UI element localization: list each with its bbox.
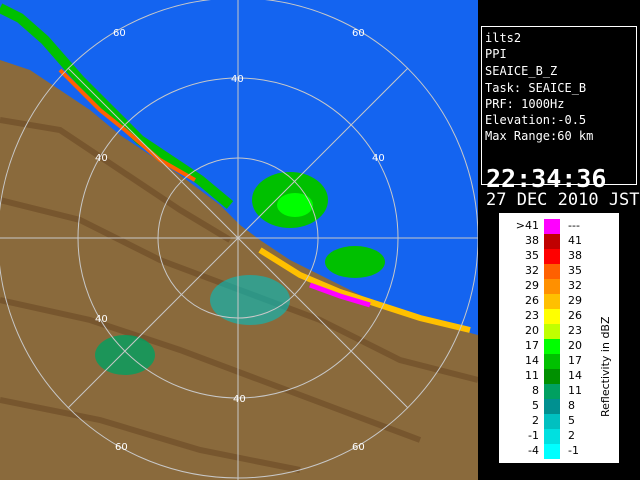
legend-swatch: [544, 324, 560, 339]
legend-lower-value: -1: [528, 429, 539, 442]
legend-lower-value: 14: [525, 354, 539, 367]
legend-upper-value: 32: [568, 279, 582, 292]
legend-lower-value: 20: [525, 324, 539, 337]
legend-lower-value: 23: [525, 309, 539, 322]
legend-swatch: [544, 384, 560, 399]
legend-lower-value: 26: [525, 294, 539, 307]
legend-lower-value: 17: [525, 339, 539, 352]
legend-lower-value: >41: [515, 219, 539, 232]
legend-upper-value: 2: [568, 429, 575, 442]
legend-swatch: [544, 264, 560, 279]
legend-lower-value: -4: [528, 444, 539, 457]
range-label: 60: [115, 442, 128, 453]
task-name: Task: SEAICE_B: [485, 81, 587, 95]
legend-title: Reflectivity in dBZ: [599, 316, 612, 417]
date-display: 27 DEC 2010 JST: [486, 190, 640, 210]
radar-display: 60 40 40 60 40 40 40 60 60 ilts2 PPI SEA…: [0, 0, 640, 480]
legend-upper-value: 8: [568, 399, 575, 412]
range-label: 40: [95, 314, 108, 325]
legend-upper-value: 17: [568, 354, 582, 367]
legend-lower-value: 11: [525, 369, 539, 382]
echo-cluster-1-core: [277, 193, 313, 217]
legend-upper-value: 29: [568, 294, 582, 307]
scan-mode: PPI: [485, 47, 507, 61]
range-label: 60: [352, 442, 365, 453]
legend-swatch: [544, 429, 560, 444]
legend-lower-value: 35: [525, 249, 539, 262]
legend-upper-value: 14: [568, 369, 582, 382]
range-label: 60: [352, 28, 365, 39]
legend-lower-value: 5: [532, 399, 539, 412]
legend-swatch: [544, 444, 560, 459]
range-label: 40: [233, 394, 246, 405]
legend-swatch: [544, 249, 560, 264]
legend-upper-value: 26: [568, 309, 582, 322]
legend-upper-value: 11: [568, 384, 582, 397]
legend-swatch: [544, 234, 560, 249]
product-name: SEAICE_B_Z: [485, 64, 558, 78]
prf-value: PRF: 1000Hz: [485, 97, 565, 111]
legend-upper-value: 35: [568, 264, 582, 277]
legend-swatch: [544, 339, 560, 354]
echo-cluster-2: [325, 246, 385, 278]
legend-upper-value: 20: [568, 339, 582, 352]
site-name: ilts2: [485, 31, 522, 45]
elevation-value: Elevation:-0.5: [485, 113, 587, 127]
legend-swatch: [544, 279, 560, 294]
legend-swatch: [544, 309, 560, 324]
legend-upper-value: 23: [568, 324, 582, 337]
range-label: 40: [95, 153, 108, 164]
max-range-value: Max Range:60 km: [485, 129, 594, 143]
legend-upper-value: 41: [568, 234, 582, 247]
legend-upper-value: ---: [568, 219, 580, 232]
legend-swatch: [544, 294, 560, 309]
legend-upper-value: 38: [568, 249, 582, 262]
legend-lower-value: 29: [525, 279, 539, 292]
time-display: 22:34:36: [486, 164, 607, 193]
legend-upper-value: -1: [568, 444, 579, 457]
legend-swatch: [544, 219, 560, 234]
legend-swatch: [544, 414, 560, 429]
range-label: 40: [231, 74, 244, 85]
legend-lower-value: 32: [525, 264, 539, 277]
color-legend: >41 --- 38 41 35 38 32 35 29 32 26 29 23 26 20 23 17 20 14…: [498, 212, 620, 464]
legend-lower-value: 8: [532, 384, 539, 397]
range-label: 40: [372, 153, 385, 164]
info-panel: ilts2 PPI SEAICE_B_Z Task: SEAICE_B PRF:…: [481, 26, 640, 209]
legend-lower-value: 38: [525, 234, 539, 247]
legend-swatch: [544, 369, 560, 384]
legend-swatch: [544, 399, 560, 414]
legend-lower-value: 2: [532, 414, 539, 427]
range-label: 60: [113, 28, 126, 39]
legend-upper-value: 5: [568, 414, 575, 427]
legend-swatch: [544, 354, 560, 369]
radar-ppi-map: 60 40 40 60 40 40 40 60 60: [0, 0, 478, 480]
